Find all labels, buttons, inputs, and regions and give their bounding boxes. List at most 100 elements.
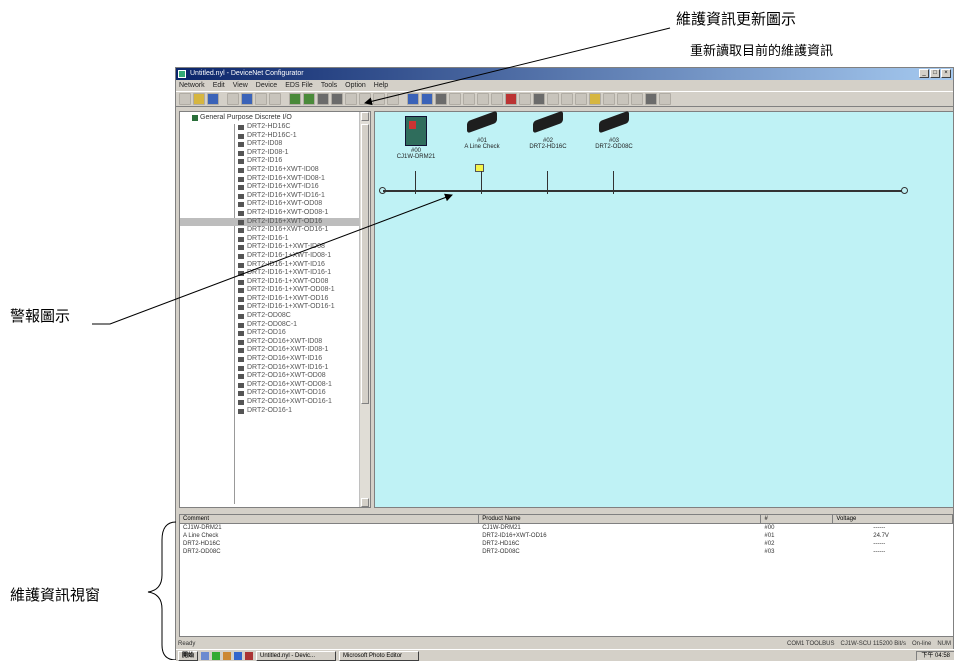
menu-option[interactable]: Option [345, 80, 366, 91]
edit-device-icon[interactable] [519, 93, 531, 105]
monitor-icon[interactable] [373, 93, 385, 105]
tree-item[interactable]: DRT2-OD16+XWT-ID16-1 [180, 364, 370, 373]
table-row[interactable]: CJ1W-DRM21 CJ1W-DRM21 #00 ------ [180, 524, 953, 532]
io-table-icon[interactable] [435, 93, 447, 105]
tree-item[interactable]: DRT2-ID16+XWT-ID08 [180, 166, 370, 175]
new-file-icon[interactable] [179, 93, 191, 105]
quicklaunch-icon[interactable] [212, 651, 221, 660]
tree-item[interactable]: DRT2-OD16+XWT-OD16 [180, 389, 370, 398]
menu-tools[interactable]: Tools [321, 80, 337, 91]
tree-item[interactable]: DRT2-OD16+XWT-OD16-1 [180, 398, 370, 407]
zoom-in-icon[interactable] [255, 93, 267, 105]
taskbar-item-photo-editor[interactable]: Microsoft Photo Editor [339, 650, 420, 661]
tree-item[interactable]: DRT2-ID16+XWT-ID16-1 [180, 192, 370, 201]
table-row[interactable]: A Line Check DRT2-ID16+XWT-OD16 #01 24.7… [180, 532, 953, 540]
menu-network[interactable]: Network [179, 80, 205, 91]
scan-icon[interactable] [533, 93, 545, 105]
copy-icon[interactable] [463, 93, 475, 105]
tree-item[interactable]: DRT2-OD16+XWT-OD08 [180, 372, 370, 381]
open-file-icon[interactable] [193, 93, 205, 105]
tree-item[interactable]: DRT2-OD16+XWT-ID08-1 [180, 346, 370, 355]
download-icon[interactable] [345, 93, 357, 105]
close-button[interactable]: × [941, 69, 951, 78]
find-icon[interactable] [645, 93, 657, 105]
help-icon[interactable] [659, 93, 671, 105]
quicklaunch-icon[interactable] [201, 651, 210, 660]
register-icon[interactable] [547, 93, 559, 105]
tree-item[interactable]: DRT2-OD16+XWT-ID16 [180, 355, 370, 364]
tree-item[interactable]: DRT2-ID16-1+XWT-ID08-1 [180, 252, 370, 261]
hardware-tree[interactable]: General Purpose Discrete I/O DRT2-HD16C D… [179, 111, 371, 508]
parameter-icon[interactable] [421, 93, 433, 105]
add-device-icon[interactable] [505, 93, 517, 105]
tree-root-general-purpose[interactable]: General Purpose Discrete I/O [180, 112, 370, 123]
tree-item[interactable]: DRT2-ID16+XWT-OD08 [180, 200, 370, 209]
tree-item[interactable]: DRT2-OD08C-1 [180, 321, 370, 330]
tree-item[interactable]: DRT2-ID16+XWT-ID16 [180, 183, 370, 192]
tree-item[interactable]: DRT2-ID16-1+XWT-ID16-1 [180, 269, 370, 278]
reset-icon[interactable] [387, 93, 399, 105]
maintenance-update-icon[interactable] [331, 93, 343, 105]
online-icon[interactable] [289, 93, 301, 105]
offline-icon[interactable] [303, 93, 315, 105]
node-master[interactable]: #00 CJ1W-DRM21 [381, 116, 451, 194]
menu-eds-file[interactable]: EDS File [285, 80, 313, 91]
tree-item[interactable]: DRT2-OD16+XWT-ID08 [180, 338, 370, 347]
tree-item[interactable]: DRT2-ID16-1+XWT-ID16 [180, 261, 370, 270]
diagnostics-icon[interactable] [589, 93, 601, 105]
zoom-out-icon[interactable] [269, 93, 281, 105]
node-slave-01[interactable]: #01 A Line Check [447, 110, 517, 194]
tree-item[interactable]: DRT2-ID16+XWT-OD16 [180, 217, 370, 227]
scroll-down-arrow[interactable] [361, 498, 369, 507]
window-icon[interactable] [617, 93, 629, 105]
tree-item[interactable]: DRT2-ID16+XWT-OD08-1 [180, 209, 370, 218]
taskbar-item-configurator[interactable]: Untitled.nyl - Devic... [256, 650, 337, 661]
quicklaunch-icon[interactable] [245, 651, 254, 660]
tree-item[interactable]: DRT2-ID08 [180, 140, 370, 149]
tree-item[interactable]: DRT2-ID08-1 [180, 149, 370, 158]
warning-icon[interactable] [475, 164, 484, 172]
tree-item[interactable]: DRT2-OD16-1 [180, 407, 370, 416]
start-button[interactable]: 開始 [178, 650, 199, 661]
error-history-icon[interactable] [575, 93, 587, 105]
tree-item[interactable]: DRT2-OD08C [180, 312, 370, 321]
maximize-button[interactable]: □ [930, 69, 940, 78]
save-icon[interactable] [207, 93, 219, 105]
tree-item[interactable]: DRT2-ID16-1+XWT-OD16 [180, 295, 370, 304]
tree-item[interactable]: DRT2-ID16-1+XWT-ID08 [180, 243, 370, 252]
column-product-name[interactable]: Product Name [479, 515, 762, 523]
column-voltage[interactable]: Voltage [833, 515, 953, 523]
settings-icon[interactable] [603, 93, 615, 105]
minimize-button[interactable]: _ [919, 69, 929, 78]
tree-scrollbar[interactable] [359, 112, 370, 507]
refresh-icon[interactable] [631, 93, 643, 105]
menu-device[interactable]: Device [256, 80, 277, 91]
tree-item[interactable]: DRT2-ID16+XWT-ID08-1 [180, 175, 370, 184]
tree-item[interactable]: DRT2-ID16-1 [180, 235, 370, 244]
quicklaunch-icon[interactable] [223, 651, 232, 660]
tree-item[interactable]: DRT2-ID16-1+XWT-OD16-1 [180, 303, 370, 312]
eds-icon[interactable] [561, 93, 573, 105]
table-row[interactable]: DRT2-HD16C DRT2-HD16C #02 ------ [180, 540, 953, 548]
tree-item[interactable]: DRT2-OD16 [180, 329, 370, 338]
cut-icon[interactable] [449, 93, 461, 105]
delete-icon[interactable] [491, 93, 503, 105]
quicklaunch-icon[interactable] [234, 651, 243, 660]
tree-item[interactable]: DRT2-ID16 [180, 157, 370, 166]
column-address[interactable]: # [761, 515, 834, 523]
node-slave-03[interactable]: #03 DRT2-OD08C [579, 110, 649, 194]
paste-icon[interactable] [477, 93, 489, 105]
scroll-up-arrow[interactable] [361, 112, 369, 121]
upload-icon[interactable] [317, 93, 329, 105]
tree-item[interactable]: DRT2-ID16-1+XWT-OD08 [180, 278, 370, 287]
menu-edit[interactable]: Edit [213, 80, 225, 91]
tree-item[interactable]: DRT2-HD16C [180, 123, 370, 132]
print-preview-icon[interactable] [241, 93, 253, 105]
tree-item[interactable]: DRT2-ID16+XWT-OD16-1 [180, 226, 370, 235]
tree-item[interactable]: DRT2-ID16-1+XWT-OD08-1 [180, 286, 370, 295]
property-icon[interactable] [407, 93, 419, 105]
tree-item[interactable]: DRT2-HD16C-1 [180, 132, 370, 141]
menu-help[interactable]: Help [374, 80, 388, 91]
maintenance-info-window[interactable]: Comment Product Name # Voltage CJ1W-DRM2… [179, 514, 954, 637]
compare-icon[interactable] [359, 93, 371, 105]
